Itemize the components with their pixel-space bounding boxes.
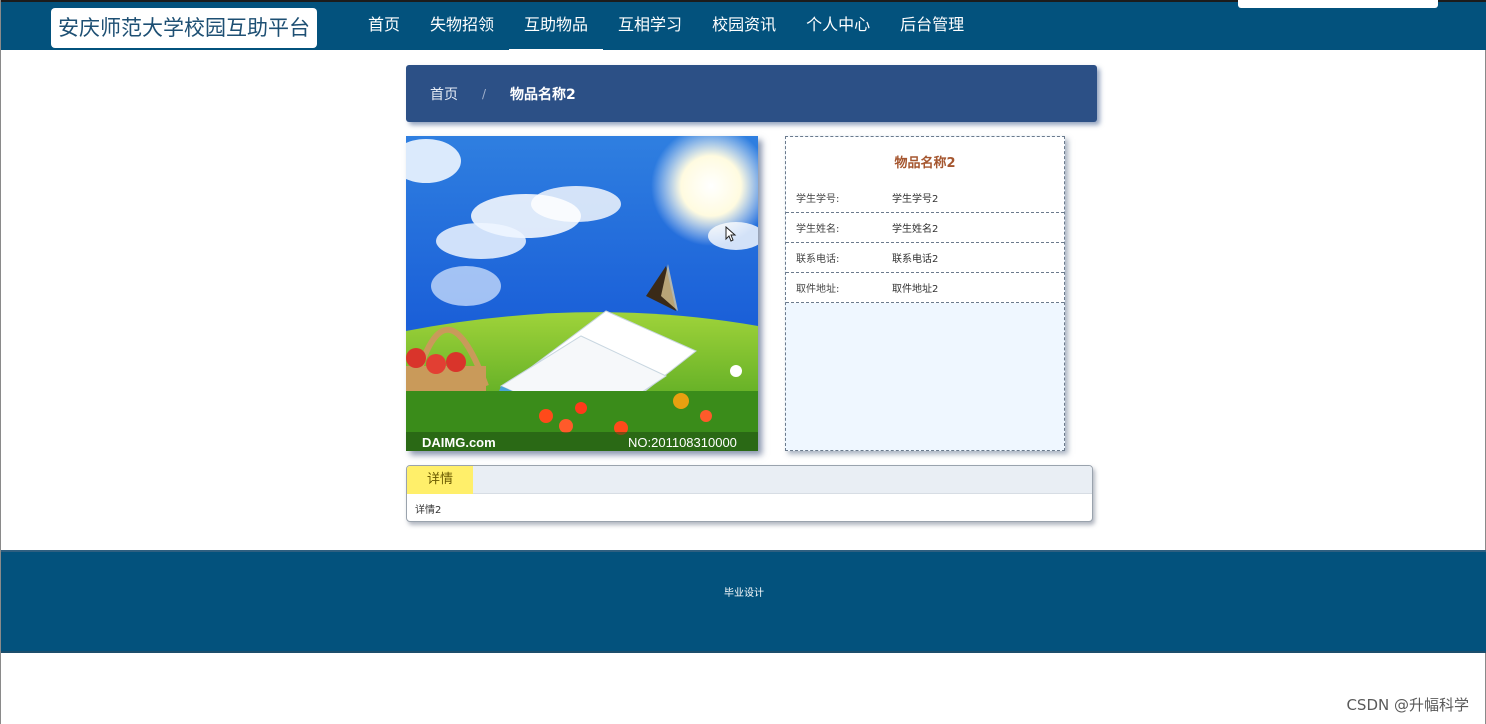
field-row-pickup-address: 取件地址: 取件地址2 bbox=[786, 273, 1064, 303]
page: 安庆师范大学校园互助平台 首页 失物招领 互助物品 互相学习 校园资讯 个人中心… bbox=[0, 0, 1486, 724]
tab-details[interactable]: 详情 bbox=[407, 466, 473, 494]
field-row-student-id: 学生学号: 学生学号2 bbox=[786, 183, 1064, 213]
breadcrumb-home-link[interactable]: 首页 bbox=[430, 84, 458, 104]
item-info-panel: 物品名称2 学生学号: 学生学号2 学生姓名: 学生姓名2 联系电话: 联系电话… bbox=[785, 136, 1065, 451]
footer-text: 毕业设计 bbox=[724, 588, 764, 599]
field-row-student-name: 学生姓名: 学生姓名2 bbox=[786, 213, 1064, 243]
details-content: 详情2 bbox=[407, 494, 1092, 521]
csdn-watermark: CSDN @升幅科学 bbox=[1346, 696, 1469, 714]
breadcrumb: 首页 / 物品名称2 bbox=[406, 65, 1097, 122]
field-value: 取件地址2 bbox=[892, 284, 939, 295]
nav-lost-found[interactable]: 失物招领 bbox=[415, 2, 509, 50]
field-label: 联系电话: bbox=[796, 254, 840, 265]
details-panel: 详情 详情2 bbox=[406, 465, 1093, 522]
field-value: 学生姓名2 bbox=[892, 224, 939, 235]
nav-home[interactable]: 首页 bbox=[353, 2, 415, 50]
mouse-cursor-icon bbox=[725, 226, 737, 242]
footer: 毕业设计 bbox=[1, 550, 1486, 653]
item-title: 物品名称2 bbox=[894, 156, 956, 171]
field-row-phone: 联系电话: 联系电话2 bbox=[786, 243, 1064, 273]
field-value: 学生学号2 bbox=[892, 194, 939, 205]
site-logo[interactable]: 安庆师范大学校园互助平台 bbox=[51, 8, 317, 48]
field-value: 联系电话2 bbox=[892, 254, 939, 265]
photo-watermark-right: NO:201108310000 bbox=[628, 435, 737, 450]
details-tabbar: 详情 bbox=[407, 466, 1092, 494]
search-input[interactable] bbox=[1238, 0, 1438, 8]
nav-mutual-items[interactable]: 互助物品 bbox=[509, 2, 604, 52]
nav-campus-news[interactable]: 校园资讯 bbox=[697, 2, 791, 50]
nav-personal-center[interactable]: 个人中心 bbox=[791, 2, 885, 50]
item-photo: DAIMG.com NO:201108310000 bbox=[406, 136, 758, 451]
item-fields: 学生学号: 学生学号2 学生姓名: 学生姓名2 联系电话: 联系电话2 取件地址… bbox=[786, 183, 1064, 303]
breadcrumb-current: 物品名称2 bbox=[510, 86, 576, 103]
nav-admin[interactable]: 后台管理 bbox=[885, 2, 979, 50]
field-label: 学生姓名: bbox=[796, 224, 840, 235]
nav-mutual-learning[interactable]: 互相学习 bbox=[603, 2, 697, 50]
main-nav: 首页 失物招领 互助物品 互相学习 校园资讯 个人中心 后台管理 bbox=[353, 2, 979, 52]
breadcrumb-separator: / bbox=[482, 86, 487, 101]
photo-watermark-left: DAIMG.com bbox=[422, 435, 496, 450]
field-label: 取件地址: bbox=[796, 284, 840, 295]
field-label: 学生学号: bbox=[796, 194, 840, 205]
top-navbar: 安庆师范大学校园互助平台 首页 失物招领 互助物品 互相学习 校园资讯 个人中心… bbox=[1, 0, 1486, 52]
